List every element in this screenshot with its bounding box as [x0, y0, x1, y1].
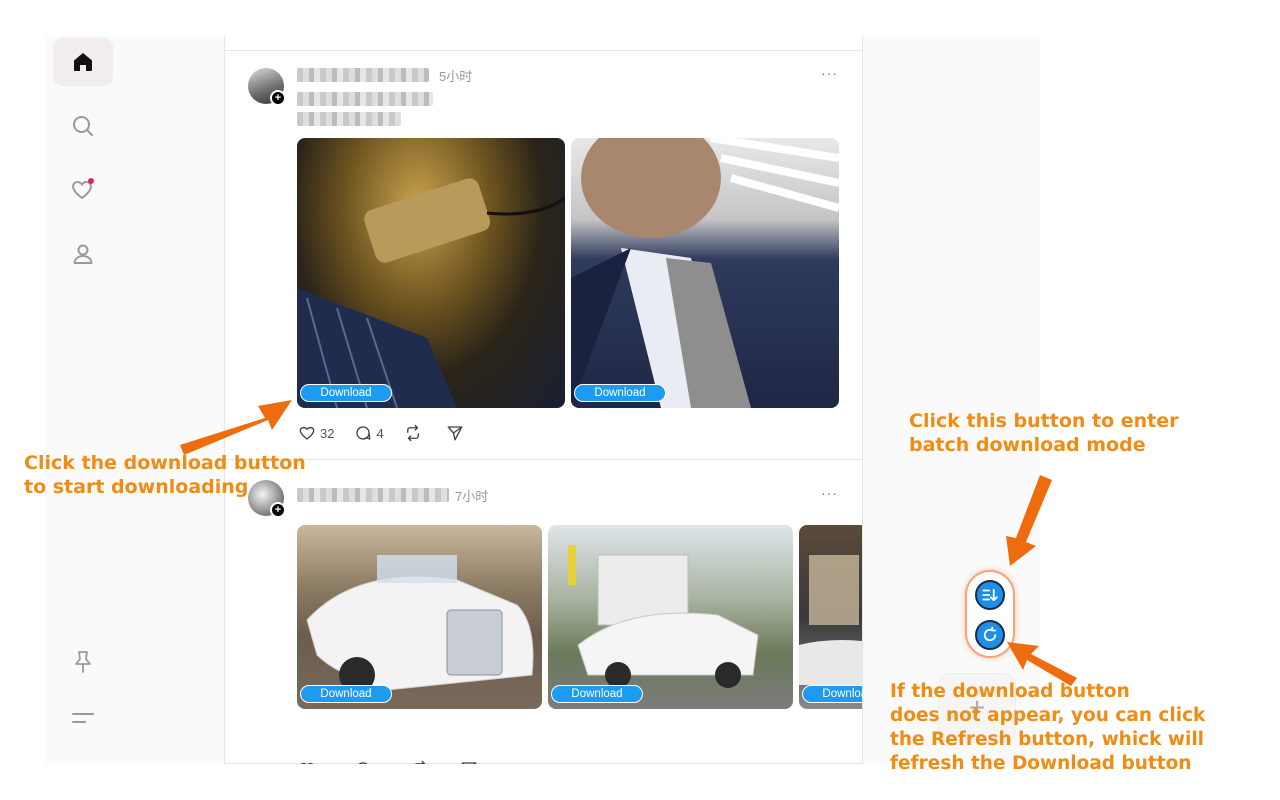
reply-count: 17 — [376, 762, 390, 765]
repost-icon — [406, 424, 419, 442]
heart-icon — [72, 178, 94, 200]
menu-icon — [72, 713, 94, 723]
share-button[interactable] — [446, 424, 468, 442]
post-actions: 68 17 1 — [298, 760, 502, 764]
notification-dot — [88, 178, 94, 184]
divider — [225, 50, 862, 51]
send-icon — [461, 762, 477, 764]
nav-search[interactable] — [53, 102, 113, 150]
photo-content — [799, 555, 862, 685]
photo-content — [571, 138, 839, 408]
author-name-blurred[interactable] — [297, 68, 429, 82]
profile-icon — [73, 244, 93, 264]
post-time: 7小时 — [455, 489, 489, 504]
download-button[interactable]: Download — [300, 685, 392, 703]
comment-icon — [359, 762, 368, 764]
repost-button[interactable]: 1 — [411, 760, 440, 764]
download-callout-text: Click the download button to start downl… — [24, 452, 306, 498]
avatar[interactable]: + — [248, 68, 286, 106]
reply-button[interactable]: 17 — [354, 760, 391, 765]
refresh-button[interactable] — [975, 620, 1005, 650]
reply-count: 4 — [376, 425, 384, 441]
photo-content — [297, 178, 565, 408]
post: + 7小时 ··· Download Download Downlo — [225, 460, 862, 764]
nav-menu[interactable] — [53, 694, 113, 742]
post-text-blurred — [297, 112, 401, 126]
download-button[interactable]: Download — [300, 384, 392, 402]
nav-pin[interactable] — [53, 638, 113, 686]
feed: + 5小时 ··· Download Download 32 4 + 7小时 ·… — [224, 36, 863, 764]
nav-activity[interactable] — [53, 166, 113, 214]
nav-home[interactable] — [53, 38, 113, 86]
post-image[interactable]: Download — [297, 525, 542, 709]
pin-icon — [75, 651, 91, 673]
post-image[interactable]: Download — [548, 525, 793, 709]
download-button[interactable]: Download — [574, 384, 666, 402]
like-button[interactable]: 32 — [298, 424, 334, 442]
download-button[interactable]: Download — [802, 685, 862, 703]
batch-callout-text: Click this button to enter batch downloa… — [909, 410, 1179, 456]
heart-icon — [299, 426, 315, 440]
nav-profile[interactable] — [53, 230, 113, 278]
reply-button[interactable]: 4 — [354, 424, 384, 442]
like-count: 68 — [320, 762, 334, 765]
download-button[interactable]: Download — [551, 685, 643, 703]
share-button[interactable] — [460, 760, 482, 764]
follow-plus-icon[interactable]: + — [270, 502, 286, 518]
post-text-blurred — [297, 92, 433, 106]
photo-content — [306, 555, 534, 693]
post-image[interactable]: Download — [297, 138, 565, 408]
photo-content — [568, 545, 759, 688]
like-count: 32 — [320, 425, 335, 441]
comment-icon — [356, 426, 371, 440]
batch-download-button[interactable] — [975, 580, 1005, 610]
home-icon — [74, 53, 92, 71]
refresh-callout-text: If the download button does not appear, … — [890, 681, 1206, 774]
send-icon — [447, 426, 463, 441]
repost-button[interactable] — [404, 424, 426, 442]
post-image[interactable]: Download — [571, 138, 839, 408]
callout-arrow — [180, 400, 292, 455]
batch-download-icon — [982, 588, 998, 602]
repost-count: 1 — [433, 762, 440, 765]
post: + 5小时 ··· Download Download 32 4 — [225, 52, 862, 460]
heart-icon — [300, 762, 314, 764]
search-icon — [73, 116, 93, 136]
callout-arrow — [1006, 475, 1052, 566]
post-image[interactable]: Download — [799, 525, 862, 709]
post-time: 5小时 — [439, 69, 473, 84]
author-name-blurred[interactable] — [297, 488, 449, 502]
repost-icon — [414, 760, 426, 764]
like-button[interactable]: 68 — [298, 760, 334, 764]
post-actions: 32 4 — [298, 424, 488, 442]
more-options-button[interactable]: ··· — [821, 65, 838, 81]
more-options-button[interactable]: ··· — [821, 485, 838, 501]
refresh-icon — [983, 626, 997, 642]
follow-plus-icon[interactable]: + — [270, 90, 286, 106]
